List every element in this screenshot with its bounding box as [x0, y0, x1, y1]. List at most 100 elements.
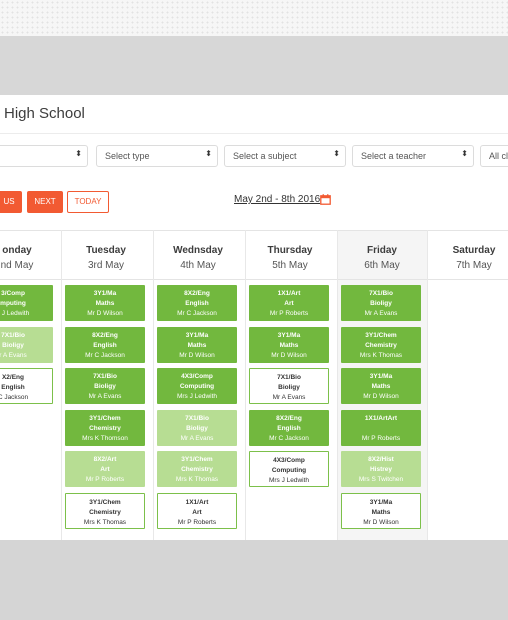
divider: [0, 279, 508, 280]
lesson-code: 8X2/Eng: [276, 415, 302, 422]
lesson-subject: Maths: [279, 342, 299, 349]
lesson-teacher: Mr P Roberts: [177, 519, 217, 526]
lesson-teacher: Mr D Wilson: [179, 352, 215, 359]
lesson-code: 3/Comp: [1, 290, 25, 297]
today-button[interactable]: TODAY: [67, 191, 109, 213]
lesson-subject: Bioligy: [2, 342, 24, 349]
lesson-subject: Art: [284, 300, 294, 307]
lesson-code: 3Y1/Chem: [89, 499, 121, 506]
day-date: 4th May: [180, 260, 216, 271]
date-range[interactable]: May 2nd - 8th 2016: [234, 194, 320, 205]
lesson-subject: Computing: [271, 467, 307, 474]
lesson-card[interactable]: 1X1/ArtArt Mr P Roberts: [341, 410, 421, 446]
lesson-card[interactable]: 8X2/Eng English Mr C Jackson: [249, 410, 329, 446]
lesson-code: 3Y1/Ma: [93, 290, 117, 297]
year-select[interactable]: ⬍: [0, 145, 88, 167]
lesson-code: 3Y1/Chem: [89, 415, 121, 422]
page-title: High School: [4, 105, 85, 122]
background-pattern: [0, 0, 508, 36]
lesson-card[interactable]: 1X1/Art Art Mr P Roberts: [249, 285, 329, 321]
lesson-teacher: Mrs K Thomson: [82, 435, 128, 442]
lesson-card[interactable]: 7X1/Bio Bioligy r A Evans: [0, 327, 53, 363]
lesson-teacher: Mr A Evans: [364, 310, 398, 317]
lesson-teacher: C Jackson: [0, 394, 29, 401]
lesson-card[interactable]: 3Y1/Ma Maths Mr D Wilson: [341, 368, 421, 404]
column-divider: [153, 230, 154, 540]
lesson-card[interactable]: 3Y1/Chem Chemistry Mrs K Thomas: [341, 327, 421, 363]
day-header-monday: onday nd May: [0, 245, 62, 271]
lesson-code: 8X2/Art: [93, 456, 117, 463]
day-name: onday: [2, 245, 32, 256]
lesson-card[interactable]: 1X1/Art Art Mr P Roberts: [157, 493, 237, 529]
lesson-card[interactable]: 3Y1/Ma Maths Mr D Wilson: [341, 493, 421, 529]
lesson-card[interactable]: 7X1/Bio Bioligy Mr A Evans: [341, 285, 421, 321]
day-name: Friday: [366, 245, 397, 256]
lesson-card[interactable]: 3Y1/Chem Chemistry Mrs K Thomas: [65, 493, 145, 529]
lesson-code: 3Y1/Ma: [369, 373, 393, 380]
next-button[interactable]: NEXT: [27, 191, 63, 213]
day-name: Saturday: [452, 245, 496, 256]
lesson-code: 3Y1/Ma: [277, 332, 301, 339]
lesson-subject: Chemistry: [365, 342, 397, 349]
previous-button[interactable]: US: [0, 191, 22, 213]
lesson-card[interactable]: 7X1/Bio Bioligy Mr A Evans: [157, 410, 237, 446]
lesson-card[interactable]: 3Y1/Chem Chemistry Mrs K Thomson: [65, 410, 145, 446]
lesson-card[interactable]: X2/Eng English C Jackson: [0, 368, 53, 404]
lesson-subject: Maths: [371, 509, 391, 516]
lesson-card[interactable]: 3Y1/Ma Maths Mr D Wilson: [249, 327, 329, 363]
lesson-subject: Bioligy: [186, 425, 208, 432]
lesson-subject: Art: [192, 509, 202, 516]
up-down-arrow-icon: ⬍: [461, 149, 468, 158]
lesson-code: 3Y1/Ma: [369, 499, 393, 506]
lesson-subject: Bioligy: [94, 383, 116, 390]
lesson-subject: Maths: [95, 300, 115, 307]
lesson-card[interactable]: 4X3/Comp Computing Mrs J Ledwith: [249, 451, 329, 487]
teacher-select[interactable]: Select a teacher ⬍: [352, 145, 474, 167]
lesson-subject: English: [1, 384, 25, 391]
lesson-card[interactable]: 3Y1/Chem Chemistry Mrs K Thomas: [157, 451, 237, 487]
lesson-teacher: Mr D Wilson: [87, 310, 123, 317]
lesson-card[interactable]: 3Y1/Ma Maths Mr D Wilson: [157, 327, 237, 363]
lesson-teacher: Mr C Jackson: [177, 310, 217, 317]
subject-select[interactable]: Select a subject ⬍: [224, 145, 346, 167]
type-select[interactable]: Select type ⬍: [96, 145, 218, 167]
lesson-teacher: Mr D Wilson: [363, 519, 399, 526]
lesson-subject: Chemistry: [89, 509, 121, 516]
lesson-teacher: Mrs K Thomas: [175, 476, 219, 483]
lesson-code: 8X2/Eng: [92, 332, 118, 339]
lesson-teacher: Mrs S Twitchen: [358, 476, 404, 483]
lesson-teacher: Mrs J Ledwith: [268, 477, 310, 484]
lesson-teacher: Mr D Wilson: [363, 393, 399, 400]
lesson-teacher: s J Ledwith: [0, 310, 30, 317]
lesson-card[interactable]: 8X2/Eng English Mr C Jackson: [65, 327, 145, 363]
lesson-teacher: Mr C Jackson: [85, 352, 125, 359]
lesson-card[interactable]: 8X2/Art Art Mr P Roberts: [65, 451, 145, 487]
day-header-thursday: Thursday 5th May: [245, 245, 335, 271]
lesson-card[interactable]: 8X2/Eng English Mr C Jackson: [157, 285, 237, 321]
lesson-card[interactable]: 3Y1/Ma Maths Mr D Wilson: [65, 285, 145, 321]
lesson-code: 1X1/ArtArt: [364, 415, 398, 422]
column-divider: [337, 230, 338, 540]
lesson-code: 7X1/Bio: [277, 374, 301, 381]
day-header-wednesday: Wednsday 4th May: [153, 245, 243, 271]
lesson-teacher: Mr P Roberts: [85, 476, 125, 483]
column-divider: [245, 230, 246, 540]
class-select[interactable]: All cla: [480, 145, 508, 167]
lesson-card[interactable]: 8X2/Hist Histrey Mrs S Twitchen: [341, 451, 421, 487]
day-name: Tuesday: [86, 245, 126, 256]
lesson-subject: mputing: [0, 300, 26, 307]
lesson-code: 4X3/Comp: [181, 373, 213, 380]
lesson-card[interactable]: 3/Comp mputing s J Ledwith: [0, 285, 53, 321]
lesson-subject: Chemistry: [181, 466, 213, 473]
calendar-icon[interactable]: [320, 194, 331, 205]
class-select-label: All cla: [489, 151, 508, 161]
lesson-code: 3Y1/Chem: [365, 332, 397, 339]
lesson-card[interactable]: 7X1/Bio Bioligy Mr A Evans: [249, 368, 329, 404]
lesson-subject: Bioligy: [370, 300, 392, 307]
lesson-code: 1X1/Art: [185, 499, 209, 506]
device-frame-bottom: [0, 540, 508, 620]
lesson-teacher: Mr C Jackson: [269, 435, 309, 442]
lesson-code: 8X2/Eng: [184, 290, 210, 297]
lesson-card[interactable]: 7X1/Bio Bioligy Mr A Evans: [65, 368, 145, 404]
lesson-card[interactable]: 4X3/Comp Computing Mrs J Ledwith: [157, 368, 237, 404]
